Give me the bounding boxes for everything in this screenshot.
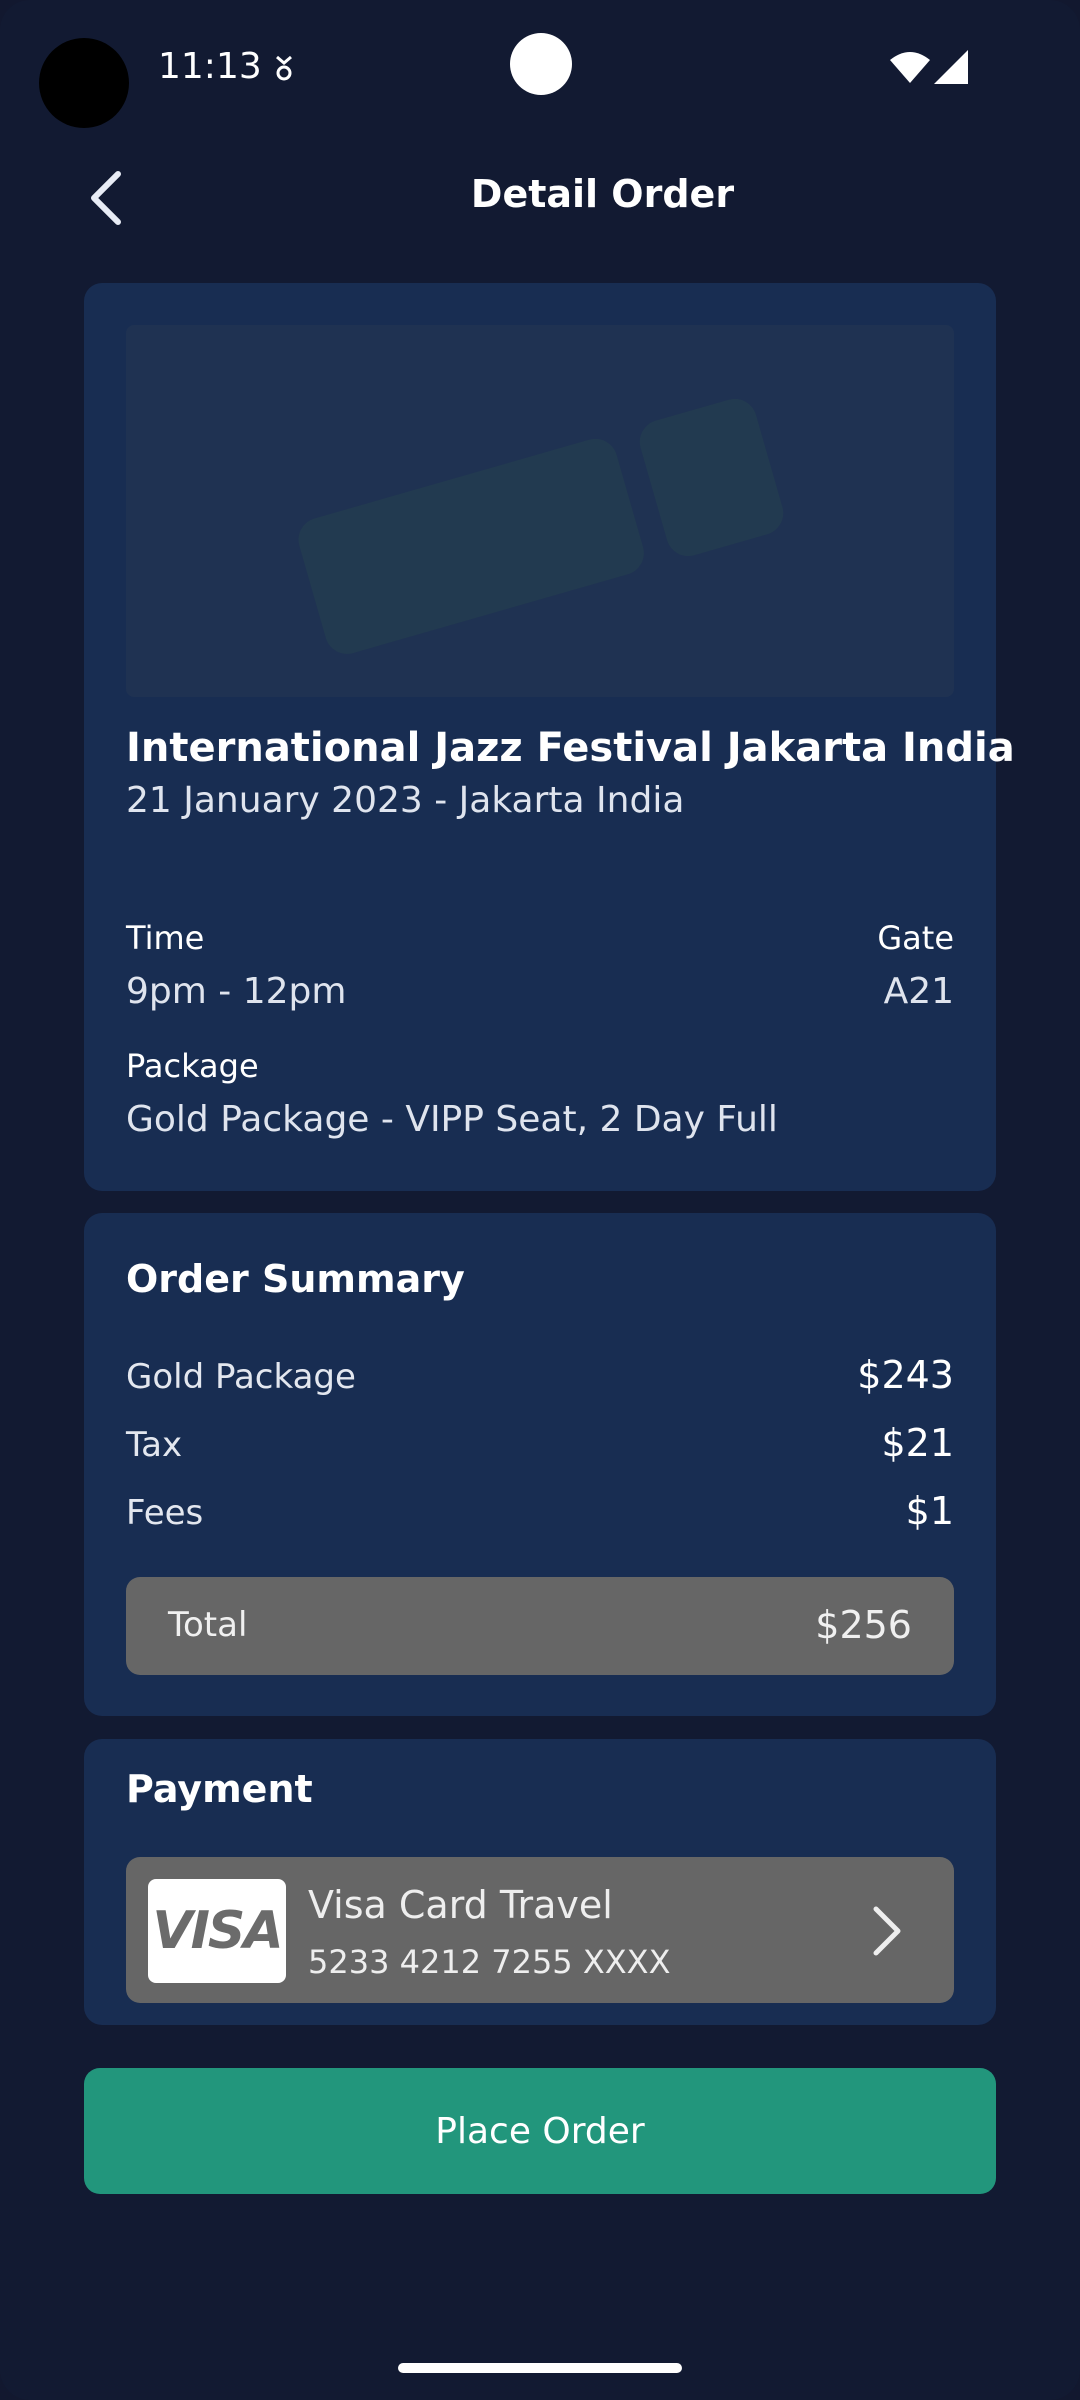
home-indicator[interactable] xyxy=(398,2363,682,2373)
summary-row-value: $243 xyxy=(857,1353,954,1397)
status-time: 11:13 xyxy=(158,46,262,87)
total-label: Total xyxy=(168,1605,248,1645)
order-summary-card: Order Summary Gold Package $243 Tax $21 … xyxy=(84,1213,996,1716)
total-bar: Total $256 xyxy=(126,1577,954,1675)
payment-title: Payment xyxy=(126,1767,313,1811)
payment-method-selector[interactable]: VISA Visa Card Travel 5233 4212 7255 XXX… xyxy=(126,1857,954,2003)
notification-icon xyxy=(276,55,292,81)
event-card: International Jazz Festival Jakarta Indi… xyxy=(84,283,1015,1191)
page-title: Detail Order xyxy=(470,172,735,216)
ticket-icon xyxy=(298,398,784,654)
event-image-placeholder xyxy=(126,325,954,697)
order-summary-title: Order Summary xyxy=(126,1257,465,1301)
package-label: Package xyxy=(126,1047,259,1085)
chevron-right-icon xyxy=(873,1906,901,1956)
place-order-button[interactable]: Place Order xyxy=(84,2068,996,2194)
visa-logo: VISA xyxy=(148,1879,286,1983)
summary-row-value: $21 xyxy=(881,1421,954,1465)
camera-hole xyxy=(39,38,129,128)
signal-icon xyxy=(934,50,968,84)
card-number: 5233 4212 7255 XXXX xyxy=(308,1943,671,1981)
visa-logo-text: VISA xyxy=(152,1901,283,1961)
time-value: 9pm - 12pm xyxy=(126,971,347,1012)
event-title: International Jazz Festival Jakarta Indi… xyxy=(126,725,1015,771)
summary-row-value: $1 xyxy=(905,1489,954,1533)
gate-value: A21 xyxy=(883,971,954,1012)
card-name: Visa Card Travel xyxy=(308,1883,613,1927)
gate-label: Gate xyxy=(877,919,954,957)
status-bar: 11:13 xyxy=(0,0,1080,140)
wifi-icon xyxy=(890,52,930,83)
event-date-location: 21 January 2023 - Jakarta India xyxy=(126,780,685,821)
front-camera xyxy=(510,33,572,95)
screen: 11:13 Detail Order International Jazz Fe… xyxy=(0,0,1080,2400)
summary-row-label: Gold Package xyxy=(126,1357,356,1397)
time-label: Time xyxy=(126,919,205,957)
package-value: Gold Package - VIPP Seat, 2 Day Full xyxy=(126,1099,778,1140)
payment-card: Payment VISA Visa Card Travel 5233 4212 … xyxy=(84,1739,996,2025)
summary-row-label: Tax xyxy=(126,1425,183,1465)
summary-row-label: Fees xyxy=(126,1493,204,1533)
total-value: $256 xyxy=(815,1603,912,1647)
